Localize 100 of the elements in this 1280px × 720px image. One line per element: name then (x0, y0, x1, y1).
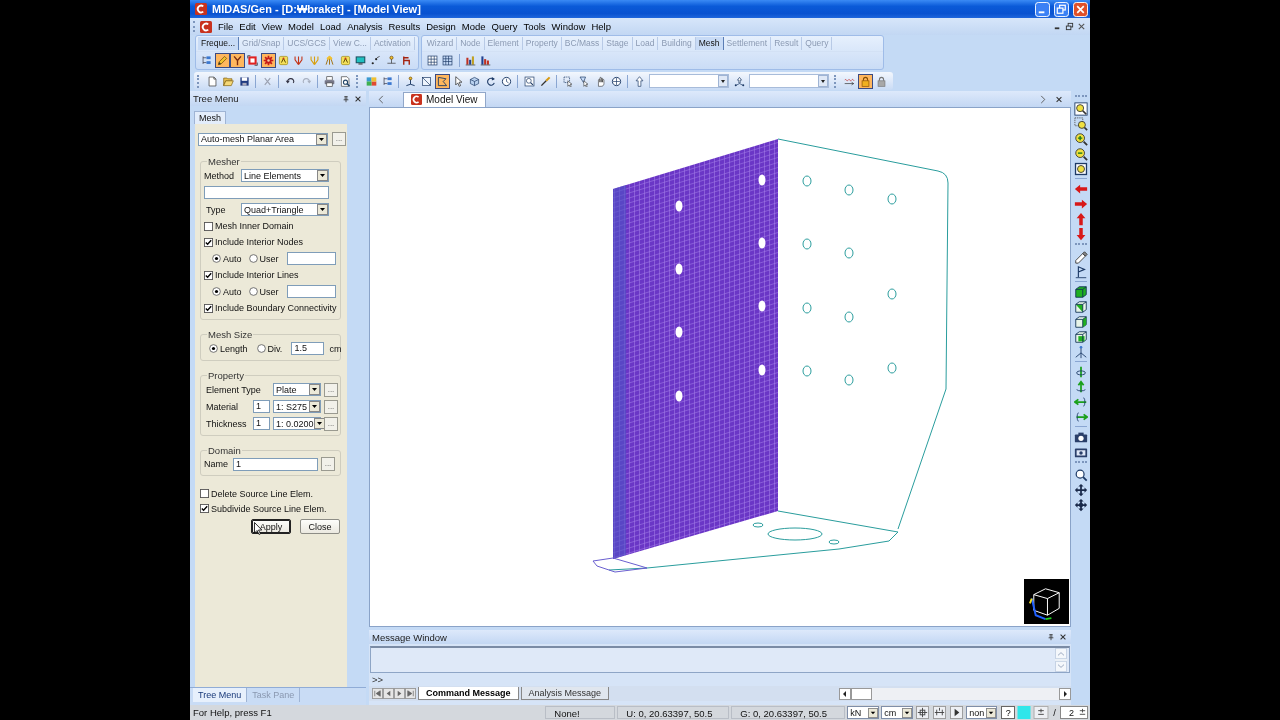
crosshair-icon[interactable] (916, 706, 930, 719)
checkbox[interactable] (200, 504, 209, 513)
radio-button[interactable] (248, 254, 258, 263)
padlock-icon[interactable] (857, 73, 873, 89)
tripod-icon[interactable] (1073, 344, 1088, 359)
radio-button[interactable] (256, 344, 266, 353)
checkbox[interactable] (204, 303, 213, 313)
radio-button[interactable] (212, 254, 221, 263)
filter-dropdown[interactable]: non (966, 706, 998, 719)
panel-tab[interactable]: Tree Menu (193, 688, 248, 702)
scroll-left-icon[interactable] (377, 94, 385, 104)
spin-buttons-icon[interactable] (1078, 707, 1087, 718)
page-field[interactable]: 2 (1060, 706, 1088, 719)
property-dropdown[interactable]: 1: 0.0200 (273, 417, 321, 430)
number-input-field[interactable]: 1 (253, 417, 270, 430)
radio-button[interactable] (248, 287, 258, 296)
zoom-box-icon[interactable] (521, 73, 537, 89)
menu-item[interactable]: Mode (458, 21, 489, 32)
pin-icon[interactable] (1047, 633, 1055, 641)
zoom-all-icon[interactable] (1073, 161, 1088, 176)
number-input-field[interactable]: 1 (253, 400, 270, 413)
name-input-field[interactable]: 1 (233, 457, 318, 471)
checkbox[interactable] (204, 237, 213, 247)
app-icon[interactable] (200, 20, 212, 33)
magnifier-icon[interactable] (1073, 467, 1088, 482)
close-icon[interactable] (1055, 94, 1063, 104)
frame-icon[interactable] (245, 53, 261, 69)
command-dropdown[interactable]: Auto-mesh Planar Area (198, 132, 328, 146)
pin-icon[interactable] (342, 94, 350, 103)
play-icon[interactable] (950, 706, 964, 719)
size-input-field[interactable]: 1.5 (291, 342, 325, 355)
property-dropdown[interactable]: Plate (273, 383, 321, 396)
view-cube-icon[interactable] (1024, 579, 1069, 624)
toolbar-tab[interactable]: Mesh (695, 37, 724, 51)
scrollbar[interactable] (839, 687, 1071, 700)
help-button[interactable]: ? (1001, 706, 1016, 719)
move-icon[interactable] (1073, 497, 1088, 512)
property-dropdown[interactable]: 1: S275 (273, 400, 321, 413)
last-tab-icon[interactable] (405, 688, 416, 699)
document-tab[interactable]: Model View (403, 91, 486, 107)
pencil-icon[interactable] (214, 53, 230, 69)
menu-item[interactable]: Tools (520, 21, 549, 32)
close-icon[interactable] (1077, 22, 1086, 31)
browse-button[interactable]: ... (324, 382, 338, 397)
grid-icon[interactable] (440, 53, 456, 69)
previous-tab-icon[interactable] (383, 688, 394, 699)
pen-icon[interactable] (1073, 249, 1088, 264)
close-icon[interactable] (354, 94, 362, 103)
menu-item[interactable]: Query (488, 21, 521, 32)
grid-icon[interactable] (424, 53, 440, 69)
restore-icon[interactable] (1065, 22, 1074, 31)
zoom-in-icon[interactable] (1073, 131, 1088, 146)
menu-item[interactable]: Load (317, 21, 345, 32)
apply-button[interactable]: Apply (251, 519, 291, 534)
sheet-tab[interactable]: Analysis Message (520, 687, 610, 700)
close-icon[interactable] (1059, 633, 1067, 641)
menu-item[interactable]: Help (588, 21, 614, 32)
force-unit-dropdown[interactable]: kN (847, 706, 880, 719)
menu-item[interactable]: Model (285, 21, 317, 32)
close-button[interactable]: Close (300, 519, 340, 534)
swatch-icon[interactable] (1017, 706, 1032, 719)
input-field[interactable] (286, 252, 336, 265)
radio-button[interactable] (212, 287, 221, 296)
cube-icon[interactable] (1073, 284, 1088, 299)
dropdown-field[interactable] (749, 74, 829, 88)
menu-item[interactable]: Edit (236, 21, 259, 32)
cube-icon[interactable] (1073, 329, 1088, 344)
select-polygon-icon[interactable] (434, 73, 450, 89)
type-dropdown[interactable]: Quad+Triangle (241, 203, 329, 216)
dimension-icon[interactable] (933, 706, 947, 719)
first-tab-icon[interactable] (372, 688, 383, 699)
scrollbar[interactable] (1055, 648, 1067, 672)
length-unit-dropdown[interactable]: cm (881, 706, 914, 719)
spin-buttons-icon[interactable] (1033, 706, 1050, 719)
cube-icon[interactable] (1073, 299, 1088, 314)
scroll-right-icon[interactable] (1039, 94, 1047, 104)
sheet-tab[interactable]: Command Message (418, 687, 519, 700)
menu-item[interactable]: Analysis (344, 21, 386, 32)
next-tab-icon[interactable] (394, 688, 405, 699)
browse-button[interactable]: ... (321, 457, 335, 471)
browse-button[interactable]: ... (324, 416, 338, 431)
zoom-fit-icon[interactable] (1073, 101, 1088, 116)
zoom-window-icon[interactable] (1073, 116, 1088, 131)
toolbar-tab[interactable]: Freque... (198, 37, 240, 51)
cube-icon[interactable] (1073, 314, 1088, 329)
menu-item[interactable]: Design (423, 21, 459, 32)
move-icon[interactable] (1073, 482, 1088, 497)
checkbox[interactable] (200, 489, 209, 498)
menu-item[interactable]: File (215, 21, 237, 32)
starburst-icon[interactable] (260, 53, 276, 69)
input-field[interactable] (286, 285, 336, 298)
checkbox[interactable] (204, 221, 213, 231)
zoom-out-icon[interactable] (1073, 146, 1088, 161)
menu-item[interactable]: Results (385, 21, 424, 32)
method-dropdown[interactable]: Line Elements (241, 169, 329, 182)
restore-icon[interactable] (1054, 1, 1069, 17)
browse-button[interactable]: ... (332, 132, 346, 146)
input-field[interactable] (204, 186, 329, 199)
checkbox[interactable] (204, 270, 213, 280)
flag-icon[interactable] (1073, 264, 1088, 279)
